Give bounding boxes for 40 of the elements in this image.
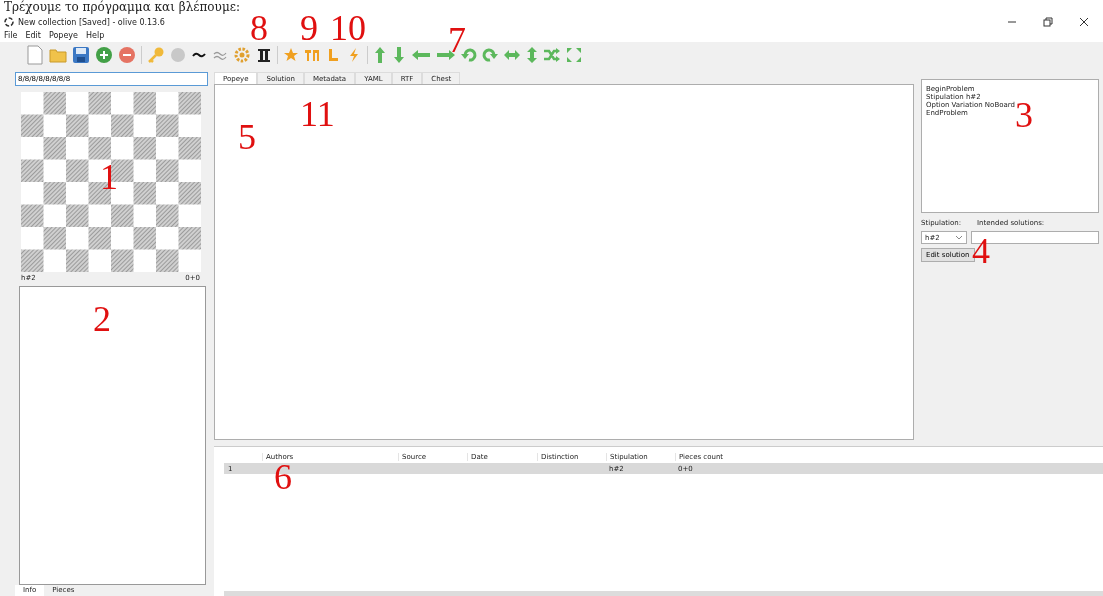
restore-icon[interactable] — [1043, 17, 1053, 27]
close-icon[interactable] — [1079, 17, 1089, 27]
horizontal-arrows-icon[interactable] — [503, 48, 521, 62]
expand-icon[interactable] — [566, 47, 582, 63]
circle-icon[interactable] — [170, 47, 186, 63]
arrow-down-icon[interactable] — [392, 46, 406, 64]
annotation-number: 10 — [330, 14, 366, 42]
scrollbar[interactable] — [224, 591, 1103, 596]
gear-icon[interactable] — [233, 46, 251, 64]
annotation-number: 1 — [100, 163, 118, 191]
menu-item[interactable]: Popeye — [48, 31, 78, 40]
annotation-number: 4 — [972, 237, 990, 265]
key-icon[interactable] — [147, 46, 165, 64]
annotation-number: 11 — [300, 100, 335, 128]
menu-item[interactable]: Edit — [25, 31, 41, 40]
annotation-number: 2 — [93, 305, 111, 333]
folder-icon[interactable] — [49, 47, 67, 63]
app-icon — [4, 17, 14, 27]
window-title: New collection [Saved] - olive 0.13.6 — [18, 17, 165, 27]
menu-item[interactable]: Help — [86, 31, 105, 40]
new-file-icon[interactable] — [26, 45, 44, 65]
menu-item[interactable]: File — [4, 31, 18, 40]
annotation-number: 5 — [238, 123, 256, 151]
annotation-number: 9 — [300, 14, 318, 42]
add-icon[interactable] — [95, 46, 113, 64]
shuffle-icon[interactable] — [543, 47, 561, 63]
annotation-number: 8 — [250, 14, 268, 42]
annotation-number: 3 — [1015, 101, 1033, 129]
annotation-number: 7 — [448, 26, 466, 54]
vertical-arrows-icon[interactable] — [526, 46, 538, 64]
star-icon[interactable] — [283, 47, 299, 63]
pawns-icon[interactable] — [304, 47, 320, 63]
remove-icon[interactable] — [118, 46, 136, 64]
arrow-up-icon[interactable] — [373, 46, 387, 64]
caption-text: Τρέχουμε το πρόγραμμα και βλέπουμε: — [0, 0, 1103, 15]
chevron-down-icon — [955, 235, 963, 240]
pillars-icon[interactable] — [256, 47, 272, 63]
arrow-left-icon[interactable] — [411, 48, 431, 62]
save-icon[interactable] — [72, 46, 90, 64]
rotate-right-icon[interactable] — [482, 47, 498, 63]
